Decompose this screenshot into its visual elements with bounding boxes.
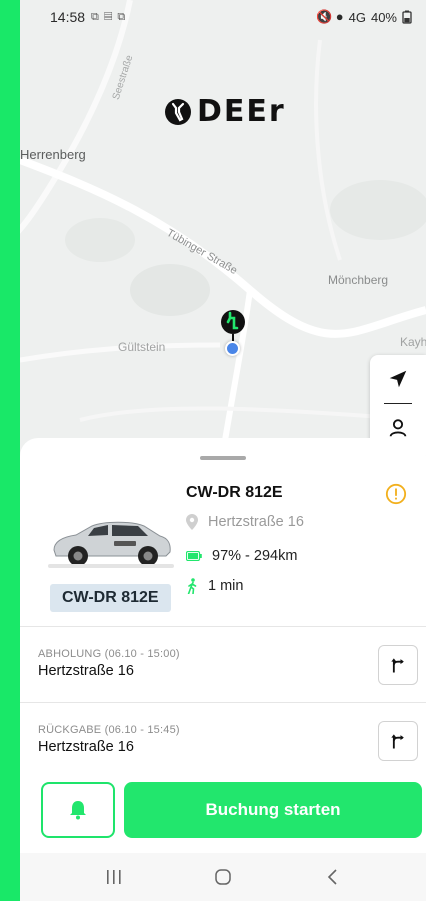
vehicle-plate: CW-DR 812E [186,484,283,501]
map-label-kayh: Kayh [400,335,426,349]
return-route-button[interactable] [378,721,418,761]
deer-head-icon [165,98,191,125]
status-bar: 14:58 ⧉ ▤ ⧉ 🔇 ● 4G 40% [20,0,426,34]
map-view[interactable]: 14:58 ⧉ ▤ ⧉ 🔇 ● 4G 40% Seestraße Herrenb… [20,0,426,470]
phone-screen: 14:58 ⧉ ▤ ⧉ 🔇 ● 4G 40% Seestraße Herrenb… [20,0,426,901]
walking-person-icon [187,578,197,594]
pickup-address: Hertzstraße 16 [38,663,134,679]
status-icons: 🔇 ● [315,9,344,24]
back-icon [327,869,337,885]
locate-button[interactable] [370,355,426,403]
vehicle-address-row: Hertzstraße 16 [186,514,304,530]
user-location-dot [225,341,240,356]
battery-icon [186,551,202,561]
deer-logo: DEEr [163,94,286,129]
home-icon [215,869,231,885]
pickup-route-button[interactable] [378,645,418,685]
warning-circle-icon[interactable] [385,483,407,505]
recent-apps-button[interactable] [84,857,144,897]
plate-badge: CW-DR 812E [50,584,171,612]
return-address: Hertzstraße 16 [38,739,134,755]
recent-apps-icon [107,870,121,884]
start-booking-button[interactable]: Buchung starten [124,782,422,838]
locate-arrow-icon [389,370,407,388]
map-label-herrenberg: Herrenberg [20,147,86,162]
route-turn-icon [391,658,404,673]
return-slot: RÜCKGABE (06.10 - 15:45) Hertzstraße 16 [20,702,426,776]
car-image [48,521,174,568]
vehicle-walk-row: 1 min [186,578,243,594]
map-roads [20,0,426,470]
route-turn-icon [391,734,404,749]
status-time: 14:58 [50,9,86,25]
walk-time: 1 min [208,578,244,594]
logo-wordmark: DEEr [197,94,286,129]
vehicle-address: Hertzstraße 16 [208,514,304,530]
map-label-moenchberg: Mönchberg [328,273,389,287]
home-button[interactable] [193,857,253,897]
pickup-label: ABHOLUNG (06.10 - 15:00) [38,648,180,660]
battery-level: 40% [370,9,397,25]
pickup-slot: ABHOLUNG (06.10 - 15:00) Hertzstraße 16 [20,626,426,700]
android-nav-bar [20,853,426,901]
vehicle-card[interactable]: CW-DR 812E CW-DR 812E Hertzstraße 16 97%… [20,478,426,618]
notification-icons: ⧉ ▤ ⧉ [91,10,127,23]
vehicle-battery: 97% - 294km [212,548,298,564]
return-label: RÜCKGABE (06.10 - 15:45) [38,724,180,736]
back-button[interactable] [302,857,362,897]
map-label-gueltstein: Gültstein [118,340,166,354]
person-icon [389,419,407,437]
notify-button[interactable] [41,782,115,838]
location-pin-icon [186,514,198,530]
battery-status-icon [402,10,412,24]
bell-icon [70,801,86,820]
vehicle-battery-row: 97% - 294km [186,548,297,564]
vehicle-bottom-sheet: CW-DR 812E CW-DR 812E Hertzstraße 16 97%… [20,438,426,901]
sheet-drag-handle[interactable] [200,456,246,460]
network-indicator: 4G [348,9,366,25]
